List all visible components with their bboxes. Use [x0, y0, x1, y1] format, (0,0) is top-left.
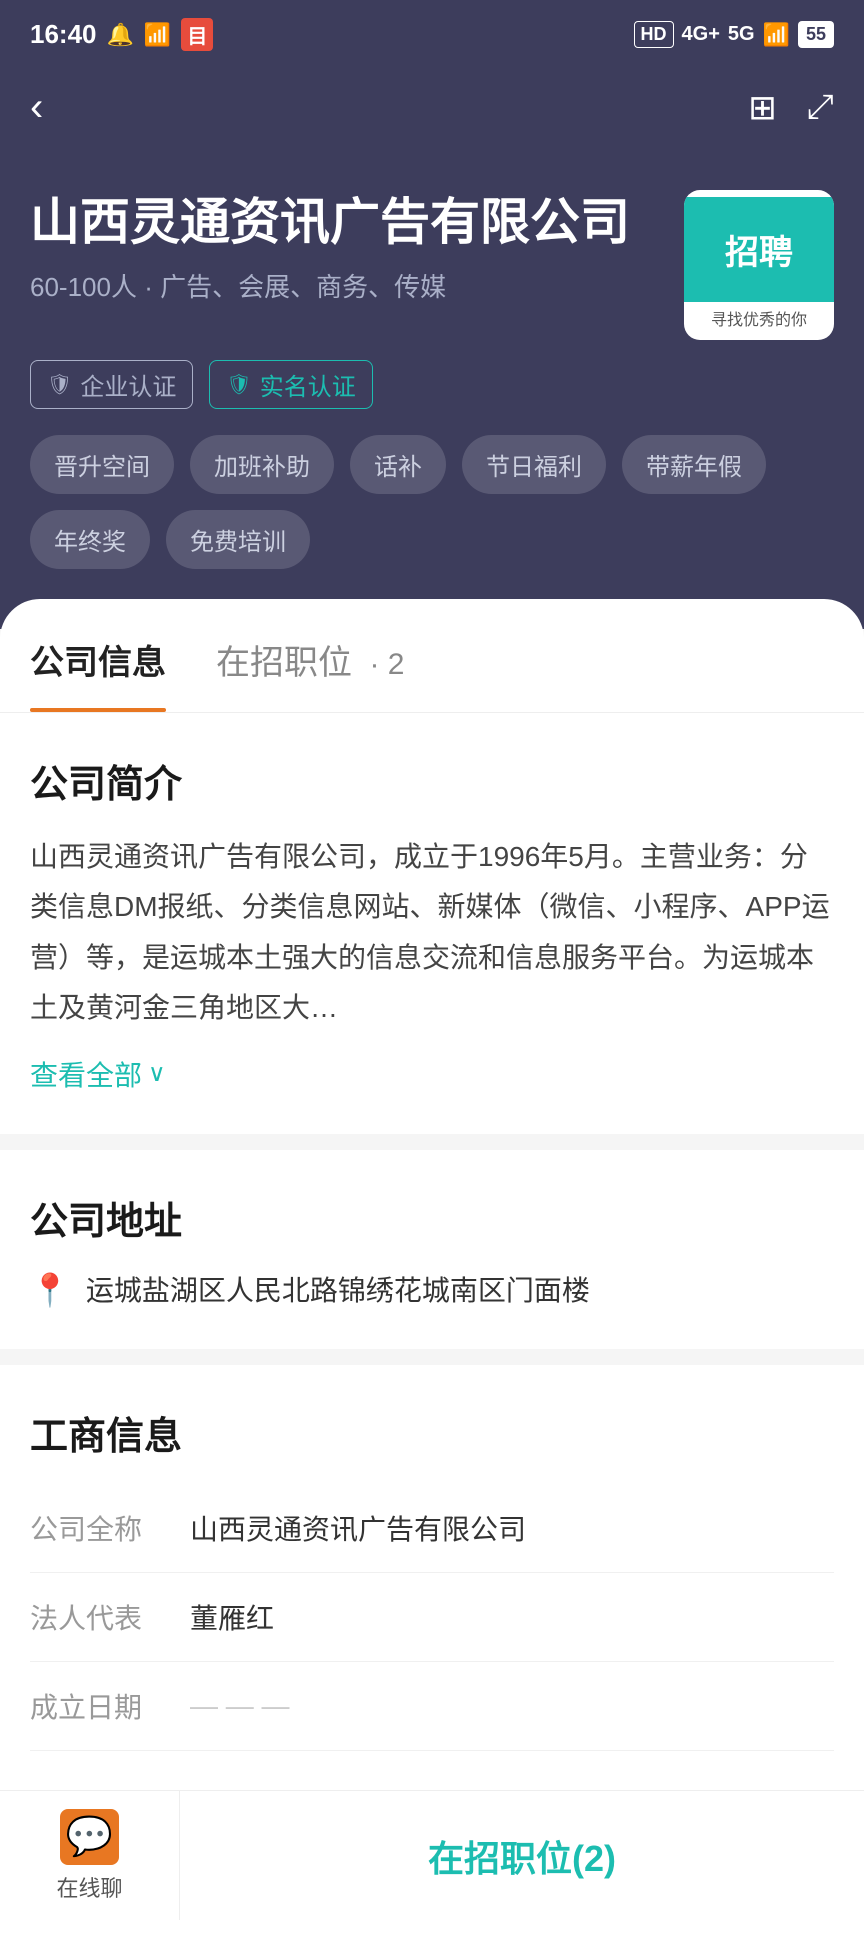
wifi-icon: 📶 [144, 22, 171, 48]
cert-enterprise: 🛡 企业认证 [30, 360, 193, 409]
jobs-button-label: 在招职位(2) [428, 1830, 616, 1882]
address-row: 📍 运城盐湖区人民北路锦绣花城南区门面楼 [30, 1269, 834, 1309]
benefit-3: 节日福利 [462, 435, 606, 494]
benefit-5: 年终奖 [30, 510, 150, 569]
signal-4g: 4G+ [682, 23, 720, 46]
bookmark-button[interactable]: ⊞ [748, 88, 777, 128]
shield-enterprise-icon: 🛡 [47, 372, 72, 397]
company-industry: 广告、会展、商务、传媒 [160, 272, 446, 302]
benefit-2: 话补 [350, 435, 446, 494]
benefit-6: 免费培训 [166, 510, 310, 569]
biz-info-section: 工商信息 公司全称 山西灵通资讯广告有限公司 法人代表 董雁红 成立日期 — —… [0, 1365, 864, 1791]
address-section: 公司地址 📍 运城盐湖区人民北路锦绣花城南区门面楼 [0, 1150, 864, 1349]
status-left: 16:40 🔔 📶 目 [30, 18, 213, 51]
company-intro-text: 山西灵通资讯广告有限公司，成立于1996年5月。主营业务：分类信息DM报纸、分类… [30, 832, 834, 1034]
content-area: 公司信息 在招职位 · 2 公司简介 山西灵通资讯广告有限公司，成立于1996年… [0, 599, 864, 1941]
logo-sub-text: 寻找优秀的你 [709, 302, 809, 334]
benefit-4: 带薪年假 [622, 435, 766, 494]
biz-value-1: 董雁红 [190, 1597, 834, 1637]
chat-icon: 💬 [60, 1809, 119, 1865]
cert-enterprise-label: 企业认证 [80, 367, 176, 402]
company-intro-section: 公司简介 山西灵通资讯广告有限公司，成立于1996年5月。主营业务：分类信息DM… [0, 713, 864, 1134]
company-top: 山西灵通资讯广告有限公司 60-100人 · 广告、会展、商务、传媒 招聘 寻找… [30, 190, 834, 340]
share-button[interactable]: ⤢ [807, 88, 834, 128]
online-chat-button[interactable]: 💬 在线聊 [0, 1791, 180, 1920]
divider-1 [0, 1134, 864, 1150]
biz-row-1: 法人代表 董雁红 [30, 1573, 834, 1662]
biz-value-0: 山西灵通资讯广告有限公司 [190, 1508, 834, 1548]
nav-bar: ‹ ⊞ ⤢ [0, 65, 864, 160]
chevron-down-icon: ∨ [148, 1059, 166, 1088]
tab-jobs-label: 在招职位 [216, 644, 352, 682]
company-name-block: 山西灵通资讯广告有限公司 60-100人 · 广告、会展、商务、传媒 [30, 190, 630, 304]
biz-row-0: 公司全称 山西灵通资讯广告有限公司 [30, 1484, 834, 1573]
nav-actions: ⊞ ⤢ [748, 88, 834, 128]
address-title: 公司地址 [30, 1190, 834, 1245]
see-all-label: 查看全部 [30, 1054, 142, 1094]
benefits-list: 晋升空间 加班补助 话补 节日福利 带薪年假 年终奖 免费培训 [30, 435, 834, 569]
logo-inner: 招聘 [684, 197, 834, 302]
location-icon: 📍 [30, 1271, 70, 1309]
company-meta-dot: · [144, 272, 160, 302]
benefit-1: 加班补助 [190, 435, 334, 494]
jobs-button[interactable]: 在招职位(2) [180, 1791, 864, 1920]
company-meta: 60-100人 · 广告、会展、商务、传媒 [30, 267, 630, 304]
status-right: HD 4G+ 5G 📶 55 [634, 21, 834, 48]
biz-label-0: 公司全称 [30, 1508, 190, 1548]
bottom-bar: 💬 在线聊 在招职位(2) [0, 1790, 864, 1920]
tab-jobs-count: · 2 [369, 648, 404, 681]
hd-badge: HD [634, 21, 674, 48]
notification-icon: 🔔 [107, 22, 134, 48]
wifi-signal-icon: 📶 [763, 22, 790, 48]
benefit-0: 晋升空间 [30, 435, 174, 494]
company-title: 山西灵通资讯广告有限公司 [30, 190, 630, 255]
company-size: 60-100人 [30, 272, 137, 302]
cert-realname-label: 实名认证 [260, 367, 356, 402]
cert-realname: 🛡 实名认证 [209, 360, 372, 409]
divider-2 [0, 1349, 864, 1365]
company-logo: 招聘 寻找优秀的你 [684, 190, 834, 340]
company-header: 山西灵通资讯广告有限公司 60-100人 · 广告、会展、商务、传媒 招聘 寻找… [0, 160, 864, 629]
biz-row-2: 成立日期 — — — [30, 1662, 834, 1751]
tab-company-info[interactable]: 公司信息 [30, 599, 166, 712]
biz-value-2: — — — [190, 1690, 834, 1722]
logo-main-text: 招聘 [725, 225, 793, 274]
cert-badges: 🛡 企业认证 🛡 实名认证 [30, 360, 834, 409]
tab-company-info-label: 公司信息 [30, 644, 166, 682]
biz-label-2: 成立日期 [30, 1686, 190, 1726]
app-icon: 目 [181, 18, 213, 51]
signal-5g: 5G [728, 23, 755, 46]
tab-jobs[interactable]: 在招职位 · 2 [216, 599, 404, 712]
address-value: 运城盐湖区人民北路锦绣花城南区门面楼 [86, 1269, 590, 1309]
back-button[interactable]: ‹ [30, 85, 43, 130]
company-intro-title: 公司简介 [30, 753, 834, 808]
battery: 55 [798, 21, 834, 48]
biz-info-title: 工商信息 [30, 1405, 834, 1460]
status-bar: 16:40 🔔 📶 目 HD 4G+ 5G 📶 55 [0, 0, 864, 65]
time: 16:40 [30, 19, 97, 50]
see-all-button[interactable]: 查看全部 ∨ [30, 1054, 166, 1094]
biz-label-1: 法人代表 [30, 1597, 190, 1637]
tabs: 公司信息 在招职位 · 2 [0, 599, 864, 713]
chat-label: 在线聊 [56, 1871, 122, 1903]
shield-realname-icon: 🛡 [226, 372, 251, 397]
